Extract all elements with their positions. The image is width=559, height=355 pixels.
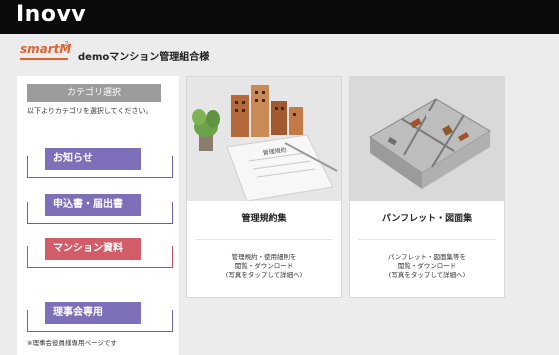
card-divider bbox=[195, 239, 333, 240]
category-label: お知らせ bbox=[45, 148, 141, 170]
card-desc-line: (写真をタップして詳細へ) bbox=[388, 271, 466, 279]
card-desc-line: 閲覧・ダウンロード bbox=[234, 262, 294, 270]
card-bylaws[interactable]: 管理規約 管理規約集 管理規約・使用細則を 閲覧・ダウンロード (写真をタップし… bbox=[186, 76, 342, 298]
bylaws-photo[interactable]: 管理規約 bbox=[187, 77, 341, 201]
brand-row: smartM 2 demoマンション管理組合様 bbox=[0, 34, 559, 74]
card-description: 管理規約・使用細則を 閲覧・ダウンロード (写真をタップして詳細へ) bbox=[187, 253, 341, 280]
category-documents-button[interactable]: マンション資料 bbox=[27, 238, 173, 276]
card-title: パンフレット・図面集 bbox=[381, 214, 473, 224]
category-label: 理事会専用 bbox=[45, 302, 141, 324]
card-desc-line: (写真をタップして詳細へ) bbox=[225, 271, 303, 279]
smartm-logo[interactable]: smartM 2 bbox=[20, 40, 71, 62]
category-news-button[interactable]: お知らせ bbox=[27, 148, 173, 186]
organization-name: demoマンション管理組合様 bbox=[78, 52, 210, 63]
category-header: カテゴリ選択 bbox=[27, 84, 161, 102]
top-bar: Inovv bbox=[0, 0, 559, 34]
logo-superscript: 2 bbox=[64, 40, 69, 48]
card-desc-line: パンフレット・図面集等を bbox=[387, 253, 467, 261]
card-divider bbox=[358, 239, 496, 240]
floorplan-illustration bbox=[350, 77, 504, 201]
card-desc-line: 管理規約・使用細則を bbox=[231, 253, 297, 261]
card-description: パンフレット・図面集等を 閲覧・ダウンロード (写真をタップして詳細へ) bbox=[350, 253, 504, 280]
card-title: 管理規約集 bbox=[241, 214, 287, 224]
board-only-note: ※理事会役員様専用ページです bbox=[27, 339, 117, 347]
bylaws-illustration: 管理規約 bbox=[187, 77, 341, 201]
category-forms-button[interactable]: 申込書・届出書 bbox=[27, 194, 173, 232]
category-label: マンション資料 bbox=[45, 238, 141, 260]
category-description: 以下よりカテゴリを選択してください。 bbox=[27, 107, 153, 115]
category-label: 申込書・届出書 bbox=[45, 194, 141, 216]
card-desc-line: 閲覧・ダウンロード bbox=[397, 262, 457, 270]
card-pamphlet[interactable]: パンフレット・図面集 パンフレット・図面集等を 閲覧・ダウンロード (写真をタッ… bbox=[349, 76, 505, 298]
pamphlet-photo[interactable] bbox=[350, 77, 504, 201]
app-title: Inovv bbox=[16, 2, 87, 27]
category-sidebar: カテゴリ選択 以下よりカテゴリを選択してください。 お知らせ 申込書・届出書 マ… bbox=[17, 76, 179, 355]
logo-underline bbox=[20, 58, 68, 60]
category-board-button[interactable]: 理事会専用 bbox=[27, 302, 173, 340]
